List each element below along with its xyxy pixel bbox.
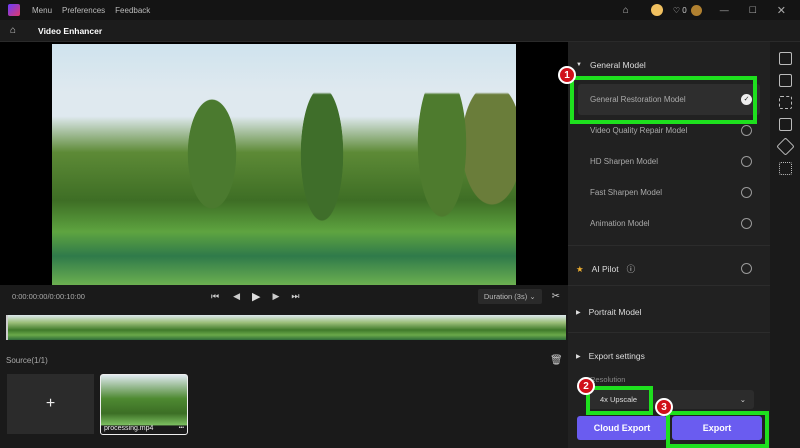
annotation-badge-2: 2 bbox=[577, 377, 595, 395]
page-title: Video Enhancer bbox=[38, 25, 103, 36]
menu-feedback[interactable]: Feedback bbox=[115, 6, 150, 15]
edit-icon[interactable] bbox=[778, 118, 792, 131]
general-model-label: General Model bbox=[589, 60, 646, 70]
add-source-button[interactable]: + bbox=[7, 374, 94, 434]
model-label: Animation Model bbox=[590, 219, 650, 228]
trash-icon[interactable]: 🗑 bbox=[550, 355, 563, 366]
model-label: Fast Sharpen Model bbox=[590, 188, 663, 197]
next-frame-icon[interactable]: ▶ bbox=[272, 291, 279, 302]
close-icon[interactable]: ✕ bbox=[777, 4, 786, 17]
skip-end-icon[interactable]: ⏭ bbox=[291, 291, 299, 302]
plus-icon: + bbox=[45, 395, 56, 412]
portrait-model-header[interactable]: ▶ Portrait Model bbox=[576, 307, 642, 317]
highlight-box-3 bbox=[666, 411, 769, 448]
annotation-badge-3: 3 bbox=[655, 398, 673, 416]
highlight-box-2 bbox=[586, 386, 653, 415]
maximize-icon[interactable]: ☐ bbox=[749, 5, 757, 16]
discord-icon[interactable]: ⌂ bbox=[623, 5, 629, 16]
export-settings-label: Export settings bbox=[588, 351, 645, 361]
premium-icon[interactable] bbox=[690, 4, 702, 16]
source-filename: processing.mp4 bbox=[104, 425, 154, 432]
grid-icon[interactable] bbox=[778, 96, 792, 109]
play-icon[interactable]: ▶ bbox=[252, 290, 260, 303]
video-frame bbox=[52, 44, 516, 285]
star-icon: ★ bbox=[576, 263, 584, 274]
time-readout: 0:00:00:00/0:00:10:00 bbox=[12, 291, 85, 301]
scissors-icon[interactable]: ✂ bbox=[552, 291, 560, 302]
annotation-badge-1: 1 bbox=[558, 66, 576, 84]
general-model-header[interactable]: ▼ General Model bbox=[576, 60, 646, 70]
more-icon[interactable]: ••• bbox=[179, 425, 184, 431]
credits-icon[interactable]: ♡ 0 bbox=[673, 6, 687, 15]
source-panel: Source(1/1) 🗑 + processing.mp4 ••• bbox=[0, 350, 568, 448]
model-label: HD Sharpen Model bbox=[590, 157, 659, 166]
resolution-label: Resolution bbox=[590, 375, 626, 384]
duration-select[interactable]: Duration (3s) ⌄ bbox=[477, 288, 542, 304]
export-settings-header[interactable]: ▶ Export settings bbox=[576, 351, 645, 361]
skip-start-icon[interactable]: ⏮ bbox=[211, 291, 219, 302]
highlight-box-1 bbox=[570, 76, 757, 124]
credits-count: 0 bbox=[682, 5, 687, 15]
sub-header: ⌂ Video Enhancer bbox=[0, 20, 800, 42]
ai-pilot-label: AI Pilot bbox=[591, 264, 619, 274]
home-icon[interactable]: ⌂ bbox=[10, 25, 16, 36]
radio-icon bbox=[741, 156, 752, 167]
playback-controls: 0:00:00:00/0:00:10:00 ⏮ ◀ ▶ ▶ ⏭ Duration… bbox=[0, 285, 568, 307]
title-bar: Menu Preferences Feedback ⌂ ♡ 0 — ☐ ✕ bbox=[0, 0, 800, 20]
curve-icon[interactable] bbox=[778, 74, 792, 87]
info-icon[interactable]: ⓘ bbox=[627, 263, 636, 275]
menu-menu[interactable]: Menu bbox=[32, 6, 52, 15]
source-thumbnail[interactable]: processing.mp4 ••• bbox=[100, 374, 188, 435]
radio-icon bbox=[741, 218, 752, 229]
chevron-down-icon: ⌄ bbox=[739, 395, 746, 404]
model-animation[interactable]: Animation Model bbox=[568, 208, 770, 239]
model-fast-sharpen[interactable]: Fast Sharpen Model bbox=[568, 177, 770, 208]
caret-right-icon: ▶ bbox=[576, 309, 581, 316]
menu-preferences[interactable]: Preferences bbox=[62, 6, 105, 15]
radio-icon bbox=[741, 125, 752, 136]
duration-value: Duration (3s) bbox=[483, 291, 528, 301]
radio-icon bbox=[741, 187, 752, 198]
select-icon[interactable] bbox=[778, 162, 792, 175]
model-label: Video Quality Repair Model bbox=[590, 126, 688, 135]
portrait-model-label: Portrait Model bbox=[588, 307, 642, 317]
caret-down-icon: ▼ bbox=[576, 62, 582, 68]
app-logo bbox=[8, 4, 20, 16]
prev-frame-icon[interactable]: ◀ bbox=[233, 291, 240, 302]
eraser-icon[interactable] bbox=[775, 137, 795, 156]
timeline-track[interactable] bbox=[6, 315, 566, 340]
tool-sidebar bbox=[770, 42, 800, 448]
cloud-export-button[interactable]: Cloud Export bbox=[577, 416, 667, 440]
source-label: Source(1/1) bbox=[6, 356, 48, 365]
model-hd-sharpen[interactable]: HD Sharpen Model bbox=[568, 146, 770, 177]
minimize-icon[interactable]: — bbox=[720, 5, 729, 15]
ai-pilot-radio[interactable] bbox=[741, 263, 752, 274]
avatar[interactable] bbox=[650, 4, 663, 16]
video-preview bbox=[0, 42, 568, 285]
video-enhance-icon[interactable] bbox=[778, 52, 792, 65]
ai-pilot-row[interactable]: ★ AI Pilot ⓘ bbox=[576, 263, 635, 275]
caret-right-icon: ▶ bbox=[576, 353, 581, 360]
